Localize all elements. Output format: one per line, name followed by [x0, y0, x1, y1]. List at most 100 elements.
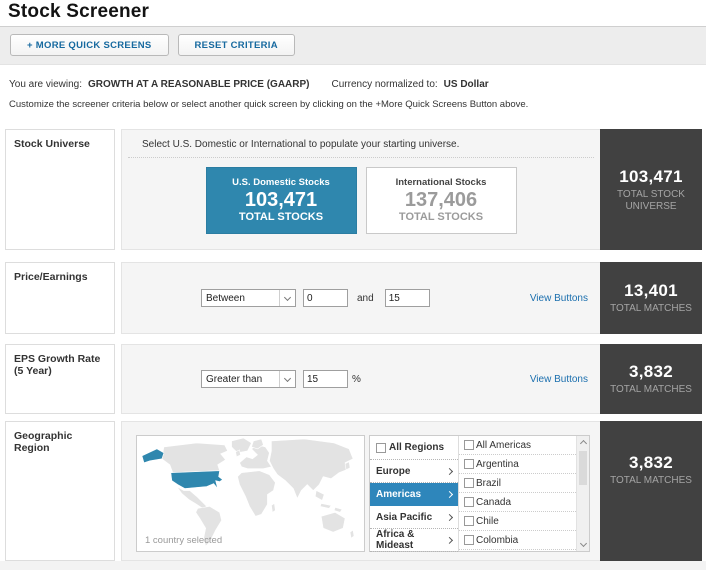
country-checkbox[interactable]	[464, 535, 474, 545]
scroll-up-icon[interactable]	[579, 439, 587, 448]
domestic-card-title: U.S. Domestic Stocks	[232, 177, 330, 188]
all-regions-checkbox[interactable]	[376, 442, 386, 453]
all-regions-item[interactable]: All Regions	[370, 436, 458, 460]
region-label: Europe	[376, 465, 411, 477]
bottom-strip	[0, 561, 706, 570]
all-regions-label: All Regions	[389, 442, 445, 453]
country-label: All Americas	[476, 439, 532, 451]
country-checkbox[interactable]	[464, 478, 474, 488]
international-card-title: International Stocks	[395, 177, 487, 188]
scrollbar-thumb[interactable]	[579, 451, 587, 485]
pe-operator-select[interactable]: Between	[201, 289, 296, 307]
reset-criteria-button[interactable]: RESET CRITERIA	[177, 34, 295, 56]
country-checkbox[interactable]	[464, 440, 474, 450]
region-item-europe[interactable]: Europe	[370, 460, 458, 483]
more-quick-screens-button[interactable]: + MORE QUICK SCREENS	[10, 34, 169, 56]
eps-view-buttons-link[interactable]: View Buttons	[530, 374, 588, 385]
stock-universe-instruction: Select U.S. Domestic or International to…	[128, 130, 594, 158]
pe-operator-value: Between	[206, 292, 245, 304]
total-universe-caption: TOTAL STOCK UNIVERSE	[617, 188, 685, 212]
region-label: Asia Pacific	[376, 511, 433, 523]
chevron-right-icon	[446, 536, 454, 544]
country-item-colombia[interactable]: Colombia	[459, 531, 576, 550]
chevron-right-icon	[445, 467, 454, 475]
total-stock-universe-box: 103,471 TOTAL STOCK UNIVERSE	[600, 129, 702, 250]
eps-value-input[interactable]	[303, 370, 348, 388]
pe-max-input[interactable]	[384, 289, 430, 307]
pe-min-input[interactable]	[303, 289, 348, 307]
eps-total-matches-box: 3,832 TOTAL MATCHES	[600, 344, 702, 414]
region-item-africa-mideast[interactable]: Africa & Mideast	[370, 529, 458, 552]
country-checkbox[interactable]	[464, 459, 474, 469]
geographic-region-content: 1 country selected All Regions Europe Am…	[122, 422, 600, 552]
geographic-region-row: Geographic Region 1 country selected All…	[5, 421, 702, 561]
eps-unit-label: %	[352, 373, 361, 385]
international-card-caption: TOTAL STOCKS	[398, 211, 484, 223]
map-asia	[269, 438, 354, 500]
eps-growth-panel: Greater than % View Buttons	[121, 344, 600, 414]
map-new-zealand	[349, 529, 355, 539]
country-label: Brazil	[476, 477, 502, 489]
region-selector: All Regions Europe Americas Asia Pacific	[369, 435, 590, 552]
world-map[interactable]: 1 country selected	[136, 435, 365, 552]
currency-value: US Dollar	[443, 79, 489, 90]
country-item-canada[interactable]: Canada	[459, 493, 576, 512]
chevron-right-icon	[445, 513, 454, 521]
map-greenland	[231, 437, 252, 454]
region-list: All Regions Europe Americas Asia Pacific	[370, 436, 459, 552]
geo-total-caption: TOTAL MATCHES	[610, 475, 692, 486]
customize-instructions: Customize the screener criteria below or…	[9, 99, 529, 110]
map-canada	[161, 442, 229, 473]
eps-growth-label: EPS Growth Rate (5 Year)	[5, 344, 115, 414]
quick-screens-toolbar: + MORE QUICK SCREENS RESET CRITERIA	[0, 26, 706, 65]
country-label: Chile	[476, 515, 499, 527]
world-map-svg	[141, 437, 355, 547]
viewing-prefix: You are viewing:	[9, 79, 83, 90]
price-earnings-row: Price/Earnings Between and View Buttons …	[5, 262, 702, 334]
country-item-argentina[interactable]: Argentina	[459, 455, 576, 474]
eps-operator-select[interactable]: Greater than	[201, 370, 296, 388]
country-checkbox[interactable]	[464, 516, 474, 526]
eps-total-caption: TOTAL MATCHES	[610, 384, 692, 395]
map-japan	[344, 461, 351, 471]
international-stocks-card[interactable]: International Stocks 137,406 TOTAL STOCK…	[365, 167, 517, 234]
price-earnings-controls: Between and View Buttons	[122, 263, 600, 333]
international-card-count: 137,406	[404, 189, 478, 211]
country-item-partial[interactable]	[459, 550, 576, 551]
country-item-all-americas[interactable]: All Americas	[459, 436, 576, 455]
country-list-scrollbar[interactable]	[576, 436, 589, 551]
eps-operator-value: Greater than	[206, 373, 263, 385]
pe-total-caption: TOTAL MATCHES	[610, 303, 692, 314]
eps-growth-controls: Greater than % View Buttons	[122, 345, 600, 413]
region-label: Africa & Mideast	[376, 529, 415, 551]
geo-total-matches-box: 3,832 TOTAL MATCHES	[600, 421, 702, 561]
stock-universe-label: Stock Universe	[5, 129, 115, 250]
total-universe-count: 103,471	[619, 166, 683, 186]
country-checkbox[interactable]	[464, 497, 474, 507]
map-indonesia-east	[333, 507, 343, 513]
country-label: Argentina	[476, 458, 519, 470]
price-earnings-panel: Between and View Buttons	[121, 262, 600, 334]
active-screen-name: GROWTH AT A REASONABLE PRICE (GAARP)	[88, 79, 310, 90]
universe-cards: U.S. Domestic Stocks 103,471 TOTAL STOCK…	[122, 167, 600, 234]
scroll-down-icon[interactable]	[579, 539, 587, 548]
us-domestic-stocks-card[interactable]: U.S. Domestic Stocks 103,471 TOTAL STOCK…	[205, 167, 357, 234]
chevron-down-icon	[279, 371, 295, 387]
stock-universe-panel: Select U.S. Domestic or International to…	[121, 129, 600, 250]
stock-universe-row: Stock Universe Select U.S. Domestic or I…	[5, 129, 702, 250]
region-label: Americas	[376, 488, 422, 500]
country-item-brazil[interactable]: Brazil	[459, 474, 576, 493]
pe-total-count: 13,401	[624, 281, 678, 300]
pe-view-buttons-link[interactable]: View Buttons	[530, 293, 588, 304]
eps-growth-row: EPS Growth Rate (5 Year) Greater than % …	[5, 344, 702, 414]
map-selection-status: 1 country selected	[145, 535, 223, 546]
price-earnings-label: Price/Earnings	[5, 262, 115, 334]
pe-conjunction: and	[357, 292, 374, 304]
region-item-americas[interactable]: Americas	[370, 483, 458, 506]
chevron-right-icon	[445, 490, 454, 498]
country-item-chile[interactable]: Chile	[459, 512, 576, 531]
map-indonesia	[319, 503, 332, 509]
domestic-card-count: 103,471	[244, 189, 318, 211]
region-item-asia-pacific[interactable]: Asia Pacific	[370, 506, 458, 529]
viewing-status-line: You are viewing: GROWTH AT A REASONABLE P…	[9, 79, 706, 90]
